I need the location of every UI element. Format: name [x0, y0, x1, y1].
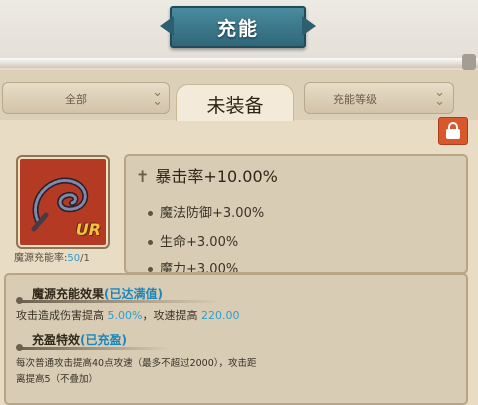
plus-icon: ✝ [136, 167, 150, 186]
full-charge-desc-line-2: 离提高5（不叠加） [16, 374, 99, 385]
magic-source-tag: (已达满值) [104, 287, 163, 301]
main-stat-text: 暴击率+10.00% [155, 167, 278, 186]
magic-source-effect-line: 攻击造成伤害提高 5.00%，攻速提高 220.00 [16, 307, 239, 323]
chevron-down-icon: ⌄ ⌄ [152, 85, 163, 109]
section-divider [20, 300, 220, 303]
tab-unequipped-label: 未装备 [206, 95, 264, 117]
lock-button[interactable] [438, 117, 468, 145]
filter-charge-level-label: 充能等级 [333, 93, 377, 106]
title-banner: 充能 [170, 6, 306, 48]
effect-value-speed: 220.00 [200, 309, 240, 322]
effect-text: 攻击造成伤害提高 [16, 309, 104, 322]
tab-unequipped[interactable]: 未装备 [176, 84, 294, 121]
sub-stat: 生命+3.00% [148, 231, 238, 250]
bullet-icon [148, 240, 153, 245]
full-charge-title: 充盈特效(已充盈) [32, 331, 127, 348]
stats-panel: ✝ 暴击率+10.00% 魔法防御+3.00% 生命+3.00% 魔力+3.00% [124, 154, 468, 274]
chevron-down-icon: ⌄ ⌄ [434, 85, 445, 109]
item-icon[interactable]: UR [18, 157, 108, 247]
full-charge-desc-line-1: 每次普通攻击提高40点攻速（最多不超过2000），攻击距 [16, 358, 257, 369]
effects-panel: 魔源充能效果(已达满值) 攻击造成伤害提高 5.00%，攻速提高 220.00 … [4, 273, 468, 405]
section-divider [20, 347, 170, 350]
full-charge-tag: (已充盈) [80, 333, 127, 347]
charge-rate-label: 魔源充能率: [14, 253, 68, 264]
bullet-icon [148, 267, 153, 272]
sub-stat: 魔力+3.00% [148, 258, 238, 272]
sub-stat-text: 魔法防御+3.00% [160, 206, 265, 221]
scroll-rod [0, 58, 478, 68]
charge-rate-value: 50 [67, 253, 81, 264]
filter-all-dropdown[interactable]: 全部 ⌄ ⌄ [2, 82, 170, 114]
filter-all-label: 全部 [65, 93, 87, 106]
page-title: 充能 [216, 18, 259, 40]
sub-stat: 魔法防御+3.00% [148, 202, 264, 221]
scroll-rod-cap [462, 54, 476, 70]
effect-value-damage: 5.00% [107, 309, 143, 322]
magic-source-title-text: 魔源充能效果 [32, 287, 105, 301]
main-stat: ✝ 暴击率+10.00% [136, 163, 278, 187]
sub-stat-text: 生命+3.00% [160, 235, 239, 250]
ur-rarity-badge: UR [75, 220, 101, 239]
effect-text-mid: ，攻速提高 [142, 309, 198, 322]
charge-rate-max: /1 [80, 253, 90, 264]
bullet-icon [148, 211, 153, 216]
lock-icon-body [446, 129, 460, 139]
filter-charge-level-dropdown[interactable]: 充能等级 ⌄ ⌄ [304, 82, 454, 114]
charge-rate: 魔源充能率:50/1 [14, 249, 110, 265]
full-charge-title-text: 充盈特效 [32, 333, 81, 347]
